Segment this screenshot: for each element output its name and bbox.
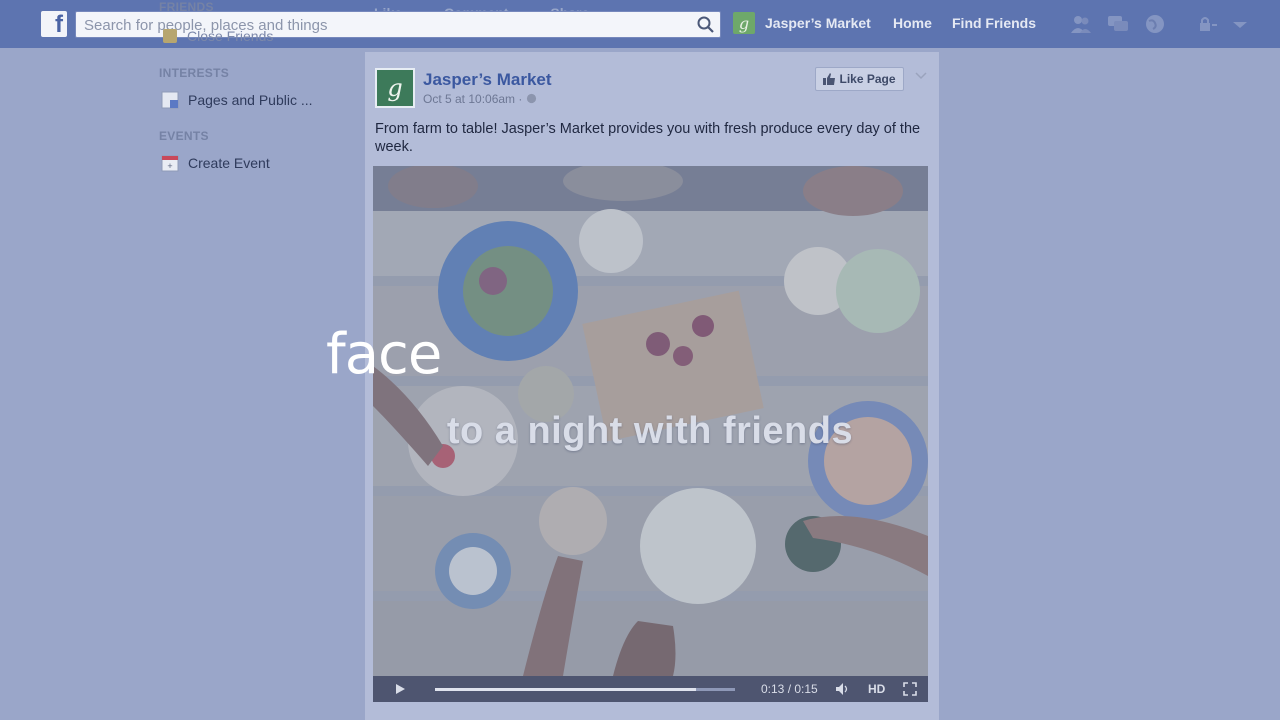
page-avatar-icon[interactable]: g	[733, 12, 755, 34]
search-icon[interactable]	[696, 15, 716, 35]
post-page-name[interactable]: Jasper’s Market	[423, 70, 552, 90]
video-player[interactable]: to a night with friends 0:13 / 0:15 HD	[373, 166, 928, 702]
rss-feed-icon	[161, 91, 179, 109]
video-timecode: 0:13 / 0:15	[761, 682, 818, 696]
account-menu-chevron-down-icon[interactable]	[1228, 13, 1252, 35]
like-page-button[interactable]: Like Page	[815, 67, 904, 91]
video-caption: to a night with friends	[446, 410, 854, 452]
calendar-icon: +	[161, 155, 179, 172]
post-time-text: Oct 5 at 10:06am ·	[423, 92, 526, 106]
play-icon[interactable]	[393, 682, 407, 696]
sidebar-item-label: Close Friends	[187, 28, 274, 44]
overlay-title-word: face	[326, 322, 442, 387]
page-avatar[interactable]: g	[375, 68, 415, 108]
sidebar-item-label: Pages and Public ...	[188, 92, 313, 108]
like-page-label: Like Page	[839, 72, 896, 86]
video-progress-bar[interactable]	[435, 688, 735, 691]
star-icon	[163, 29, 177, 43]
video-controls: 0:13 / 0:15 HD	[373, 676, 928, 702]
events-heading: EVENTS	[159, 129, 209, 143]
notifications-globe-icon[interactable]	[1143, 13, 1167, 35]
sidebar-item-label: Create Event	[188, 155, 270, 171]
find-friends-link[interactable]: Find Friends	[952, 15, 1036, 31]
public-globe-icon	[526, 93, 536, 104]
fullscreen-icon[interactable]	[903, 682, 917, 696]
thumbs-up-icon	[823, 73, 836, 85]
video-progress-fill	[435, 688, 696, 691]
messages-icon[interactable]	[1106, 13, 1130, 35]
privacy-lock-icon[interactable]	[1196, 13, 1220, 35]
sidebar-item-close-friends[interactable]: Close Friends	[163, 28, 273, 44]
svg-text:+: +	[167, 161, 172, 171]
post-text: From farm to table! Jasper’s Market prov…	[375, 121, 921, 155]
sidebar-item-create-event[interactable]: + Create Event	[161, 154, 270, 172]
page-link[interactable]: Jasper’s Market	[765, 15, 871, 31]
home-link[interactable]: Home	[893, 15, 932, 31]
friends-heading: FRIENDS	[159, 0, 214, 14]
friend-requests-icon[interactable]	[1069, 13, 1093, 35]
facebook-logo-icon[interactable]: f	[41, 11, 67, 37]
volume-icon[interactable]	[835, 682, 851, 696]
hd-toggle[interactable]: HD	[868, 682, 885, 696]
post-timestamp[interactable]: Oct 5 at 10:06am ·	[423, 92, 537, 106]
interests-heading: INTERESTS	[159, 66, 230, 80]
sidebar-item-pages[interactable]: Pages and Public ...	[161, 91, 313, 109]
post-options-chevron-down-icon[interactable]	[914, 70, 928, 82]
